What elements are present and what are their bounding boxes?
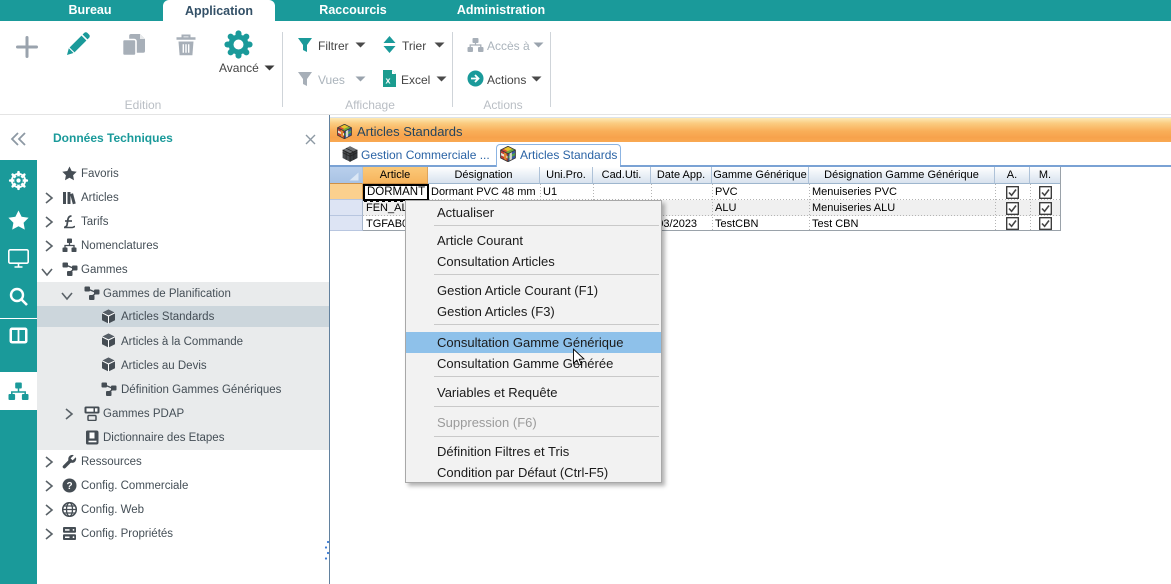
svg-text:x: x [385,76,390,86]
svg-text:?: ? [66,481,72,492]
